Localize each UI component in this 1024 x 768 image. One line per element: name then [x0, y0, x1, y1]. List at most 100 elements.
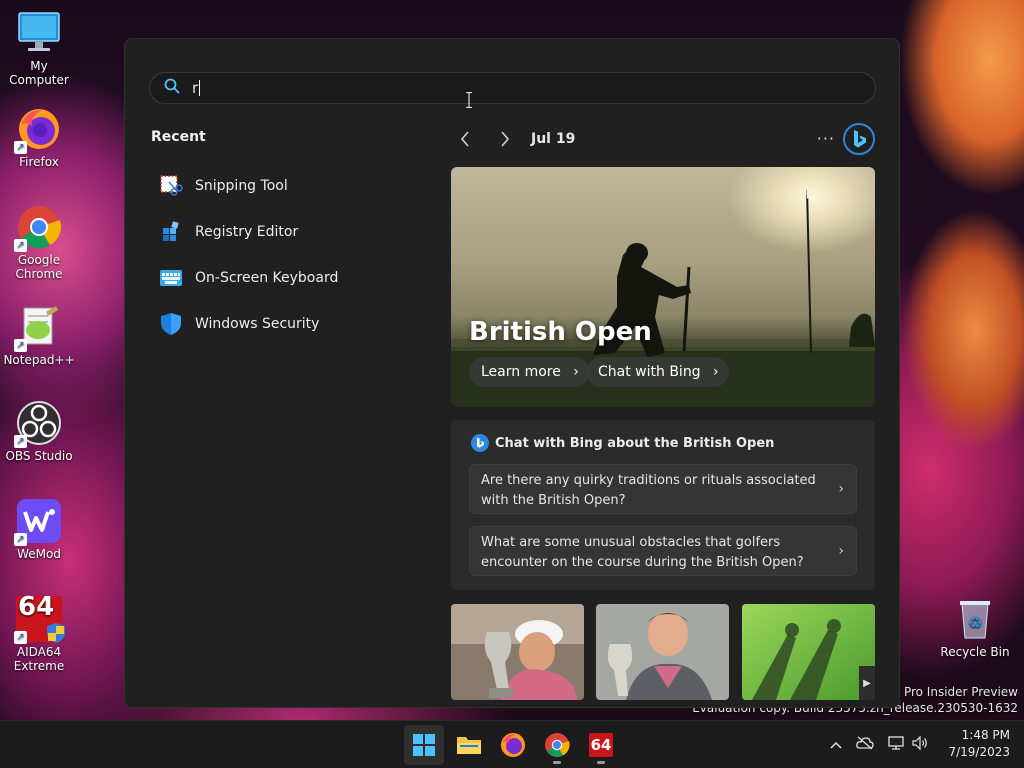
- learn-more-button[interactable]: Learn more ›: [469, 357, 589, 387]
- desktop-icon-chrome[interactable]: ↗ Google Chrome: [1, 204, 77, 281]
- news-thumbnail-3[interactable]: [742, 604, 875, 700]
- aida64-icon: 64: [589, 733, 613, 757]
- clock-date: 7/19/2023: [948, 745, 1010, 759]
- shortcut-arrow-icon: ↗: [14, 533, 27, 546]
- desktop-icon-aida64[interactable]: 64 ↗ AIDA64 Extreme: [1, 592, 77, 673]
- aida64-taskbar-label: 64: [590, 736, 612, 754]
- chevron-right-icon: ›: [573, 364, 579, 380]
- taskbar-clock[interactable]: 1:48 PM 7/19/2023: [948, 727, 1010, 761]
- chevron-right-icon: ›: [838, 481, 844, 497]
- bing-logo-icon: [843, 123, 875, 155]
- chrome-icon: [545, 733, 570, 757]
- search-box[interactable]: r: [149, 72, 876, 104]
- hero-title: British Open: [469, 317, 652, 347]
- desktop-icon-firefox[interactable]: ↗ Firefox: [1, 106, 77, 169]
- bing-chat-suggestions-card: Chat with Bing about the British Open Ar…: [451, 420, 875, 590]
- chevron-up-icon: [830, 741, 842, 749]
- ibeam-cursor-icon: [466, 91, 472, 109]
- chat-with-bing-button[interactable]: Chat with Bing ›: [586, 357, 729, 387]
- previous-button[interactable]: [451, 125, 479, 153]
- more-options-button[interactable]: ···: [817, 129, 835, 148]
- desktop-icon-my-computer[interactable]: My Computer: [1, 10, 77, 87]
- shortcut-arrow-icon: ↗: [14, 435, 27, 448]
- news-thumbnail-2[interactable]: [596, 604, 729, 700]
- desktop-icon-label: Notepad++: [3, 353, 75, 367]
- keyboard-icon: [159, 266, 183, 290]
- clock-time: 1:48 PM: [961, 728, 1010, 742]
- recycle-bin-icon: ♻: [952, 596, 998, 642]
- text-caret: [199, 80, 201, 96]
- recent-item-windows-security[interactable]: Windows Security: [159, 301, 419, 347]
- network-icon[interactable]: [888, 736, 904, 754]
- aida64-icon: 64 ↗: [14, 592, 65, 644]
- show-hidden-icons-button[interactable]: [830, 737, 842, 753]
- chat-suggestion-1[interactable]: Are there any quirky traditions or ritua…: [469, 464, 857, 514]
- shortcut-arrow-icon: ↗: [14, 141, 27, 154]
- shortcut-arrow-icon: ↗: [14, 631, 27, 644]
- desktop-icon-label: WeMod: [17, 547, 61, 561]
- aida64-glyph-text: 64: [18, 592, 55, 622]
- recent-item-label: Registry Editor: [195, 224, 299, 240]
- monitor-icon: [16, 10, 62, 56]
- system-tray: [830, 735, 928, 755]
- volume-icon[interactable]: [912, 735, 928, 754]
- desktop-icon-wemod[interactable]: ↗ WeMod: [1, 498, 77, 561]
- chevron-right-icon: ›: [712, 364, 719, 380]
- taskbar-firefox[interactable]: [493, 725, 533, 765]
- chat-card-title: Chat with Bing about the British Open: [495, 435, 775, 451]
- chevron-right-icon: ›: [838, 543, 844, 559]
- play-right-icon: ▶: [863, 677, 871, 689]
- desktop-icon-recycle-bin[interactable]: ♻ Recycle Bin: [937, 596, 1013, 659]
- news-thumbnail-1[interactable]: [451, 604, 584, 700]
- registry-editor-icon: [159, 220, 183, 244]
- shortcut-arrow-icon: ↗: [14, 239, 27, 252]
- recent-item-label: Windows Security: [195, 316, 320, 332]
- svg-text:♻: ♻: [968, 613, 982, 632]
- desktop-icon-notepadpp[interactable]: ↗ Notepad++: [1, 304, 77, 367]
- notepadpp-icon: ↗: [14, 304, 62, 352]
- taskbar-file-explorer[interactable]: [449, 725, 489, 765]
- recent-item-snipping-tool[interactable]: Snipping Tool: [159, 163, 419, 209]
- windows-logo-icon: [413, 734, 435, 756]
- hero-card[interactable]: British Open Learn more › Chat with Bing…: [451, 167, 875, 407]
- chat-with-bing-label: Chat with Bing: [598, 364, 701, 380]
- shield-icon: [159, 312, 183, 336]
- chrome-icon: ↗: [14, 204, 62, 252]
- search-icon: [164, 78, 180, 98]
- taskbar-aida64[interactable]: 64: [581, 725, 621, 765]
- next-button[interactable]: [491, 125, 519, 153]
- running-indicator: [553, 761, 561, 764]
- chat-suggestion-2[interactable]: What are some unusual obstacles that gol…: [469, 526, 857, 576]
- chat-card-header: Chat with Bing about the British Open: [471, 434, 774, 452]
- chevron-left-icon: [460, 131, 469, 147]
- current-date-label: Jul 19: [531, 131, 576, 147]
- desktop-icon-obs[interactable]: ↗ OBS Studio: [1, 400, 77, 463]
- snipping-tool-icon: [159, 174, 183, 198]
- folder-icon: [457, 737, 481, 754]
- recent-item-label: Snipping Tool: [195, 178, 288, 194]
- search-input[interactable]: r: [192, 79, 198, 97]
- learn-more-label: Learn more: [481, 364, 561, 380]
- start-search-panel: r Recent Snipping Tool Registry Editor O…: [124, 38, 900, 708]
- desktop-icon-label: My Computer: [9, 59, 69, 87]
- obs-icon: ↗: [14, 400, 62, 448]
- start-button[interactable]: [404, 725, 444, 765]
- chevron-right-icon: [501, 131, 510, 147]
- desktop-icon-label: Recycle Bin: [940, 645, 1010, 659]
- recent-item-on-screen-keyboard[interactable]: On-Screen Keyboard: [159, 255, 419, 301]
- desktop-icon-label: OBS Studio: [5, 449, 73, 463]
- desktop-icon-label: Firefox: [19, 155, 59, 169]
- recent-item-label: On-Screen Keyboard: [195, 270, 339, 286]
- recent-item-registry-editor[interactable]: Registry Editor: [159, 209, 419, 255]
- news-thumbnails: ▶: [451, 604, 875, 700]
- desktop-icon-label: AIDA64 Extreme: [13, 645, 65, 673]
- bing-nav-bar: Jul 19 ···: [451, 123, 875, 155]
- recent-heading: Recent: [151, 129, 206, 145]
- thumbnails-next-button[interactable]: ▶: [859, 666, 875, 700]
- bing-chat-button[interactable]: [843, 123, 875, 155]
- wemod-icon: ↗: [14, 498, 62, 546]
- taskbar-chrome[interactable]: [537, 725, 577, 765]
- taskbar: 64 1:48 PM 7/19/2023: [0, 720, 1024, 768]
- onedrive-offline-icon[interactable]: [856, 736, 874, 754]
- chat-suggestion-text: What are some unusual obstacles that gol…: [481, 535, 804, 570]
